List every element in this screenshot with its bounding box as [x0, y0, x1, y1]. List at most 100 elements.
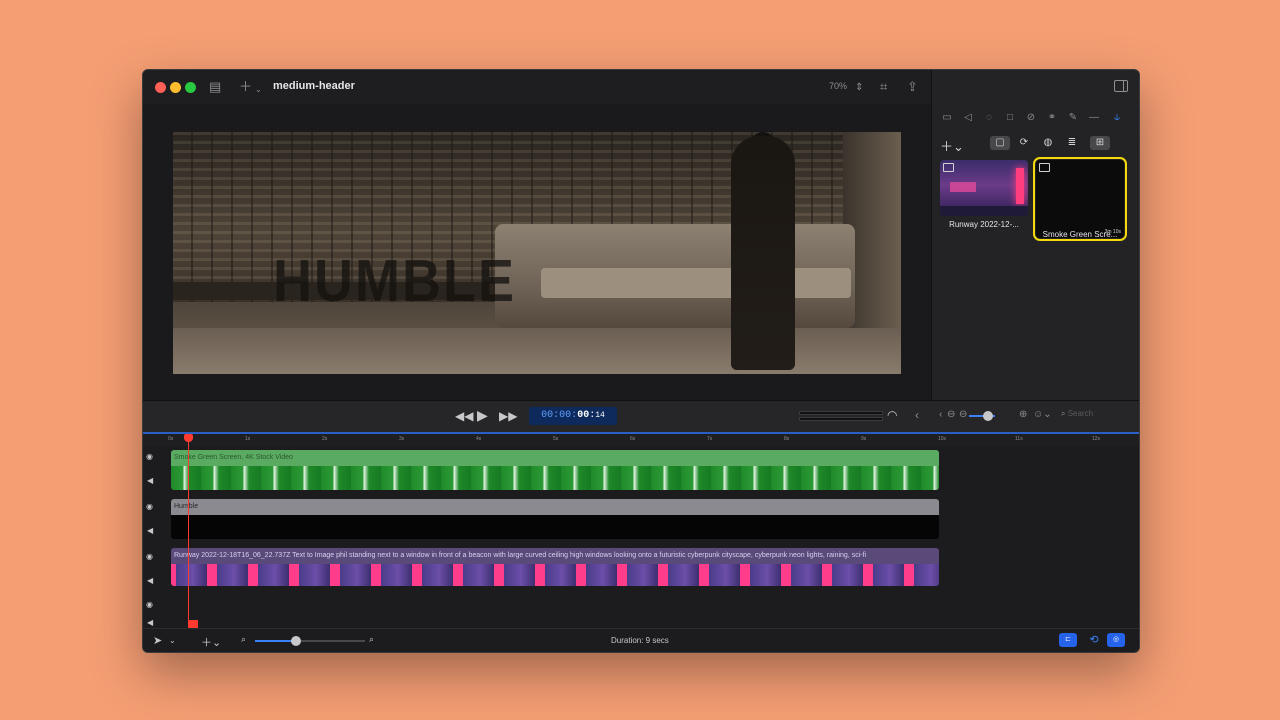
clip-waveform — [171, 466, 939, 490]
adjust-icon[interactable]: ⫝ — [1110, 112, 1124, 123]
playhead-marker[interactable] — [188, 620, 198, 628]
preview-overlay-text: HUMBLE — [273, 248, 516, 314]
timeline-clip-smoke[interactable]: Smoke Green Screen, 4K Stock Video — [171, 450, 939, 490]
timer-icon[interactable]: ◌ — [982, 112, 996, 123]
panel-filter-row: ＋⌄ ▢ ⟳ ◍ ≣ ⊞ — [940, 136, 1132, 155]
ruler-tick: 6s — [630, 436, 636, 442]
inspector-toggle-icon[interactable] — [1114, 80, 1128, 92]
speaker-icon[interactable]: ◀ — [147, 576, 153, 585]
timeline-zoom-slider[interactable] — [255, 636, 365, 646]
playhead[interactable] — [188, 434, 189, 627]
track-controls: ◉ ◀ — [143, 446, 169, 494]
timeline-tracks: ◉ ◀ Smoke Green Screen, 4K Stock Video ◉… — [143, 446, 1139, 627]
image-icon — [943, 163, 954, 172]
duration-label: Duration: 9 secs — [611, 636, 669, 645]
ruler-tick: 12s — [1092, 436, 1101, 442]
grid-filter-icon[interactable]: ⊞ — [1090, 136, 1110, 150]
line-icon[interactable]: — — [1087, 112, 1101, 123]
media-thumbnail — [940, 160, 1028, 216]
globe-filter-icon[interactable]: ◍ — [1038, 136, 1058, 150]
clip-title: Smoke Green Screen, 4K Stock Video — [171, 450, 939, 466]
library-icon[interactable]: ▭ — [940, 112, 954, 123]
zoom-in-icon[interactable]: ⊕ — [1019, 409, 1027, 420]
shape-icon[interactable]: □ — [1003, 112, 1017, 123]
minimize-window-button[interactable] — [170, 82, 181, 93]
zoom-stepper-icon[interactable]: ⇕ — [855, 81, 863, 95]
audio-icon[interactable]: ◁ — [961, 112, 975, 123]
headphones-icon[interactable]: ◠ — [887, 408, 897, 422]
chevron-left-icon[interactable]: ‹ — [915, 408, 919, 422]
snapping-toggle-icon[interactable]: ⊏ — [1059, 633, 1077, 647]
media-search-input[interactable]: ⌕ Search — [1061, 409, 1131, 423]
sidebar-toggle-icon[interactable]: ▤ — [209, 80, 221, 94]
zoom-minus-icon[interactable]: ⊖ — [959, 409, 967, 420]
title-bar: ▤ ＋ ⌄ medium-header 70% ⇕ ⌗ ⇪ — [143, 70, 931, 104]
ruler-tick: 9s — [861, 436, 867, 442]
chevron-left-icon[interactable]: ‹ — [939, 409, 942, 420]
speaker-icon[interactable]: ◀ — [147, 526, 153, 535]
search-icon: ⌕ — [1061, 409, 1066, 418]
play-icon[interactable]: ▶ — [477, 407, 488, 424]
video-preview[interactable]: HUMBLE — [173, 132, 901, 374]
zoom-level[interactable]: 70% — [829, 81, 847, 91]
media-item-smoke[interactable]: 3m 10s Smoke Green Scre... — [1033, 157, 1127, 241]
timeline-clip-humble[interactable]: Humble — [171, 499, 939, 539]
zoom-in-icon[interactable]: ⌕ — [369, 634, 374, 645]
timeline-clip-runway[interactable]: Runway 2022-12-18T16_06_22.737Z Text to … — [171, 548, 939, 586]
close-window-button[interactable] — [155, 82, 166, 93]
ruler-tick: 2s — [322, 436, 328, 442]
speaker-icon[interactable]: ◀ — [147, 476, 153, 485]
share-icon[interactable]: ⇪ — [907, 80, 918, 94]
transport-bar: ◀◀ ▶ ▶▶ 00:00:00:14 ◠ ‹ ‹ ⊖ ⊖ ⊕ ☺⌄ ⌕ Sea… — [143, 400, 1139, 433]
ruler-tick: 0s — [168, 436, 174, 442]
rewind-icon[interactable]: ◀◀ — [455, 409, 473, 423]
track-controls: ◉ ◀ — [143, 546, 169, 594]
app-window: ▤ ＋ ⌄ medium-header 70% ⇕ ⌗ ⇪ HUMBLE ▭ ◁… — [142, 69, 1140, 653]
visibility-eye-icon[interactable]: ◉ — [146, 600, 153, 609]
ruler-tick: 5s — [553, 436, 559, 442]
clip-filmstrip — [171, 564, 939, 586]
zoom-window-button[interactable] — [185, 82, 196, 93]
ruler-tick: 7s — [707, 436, 713, 442]
filter-icon[interactable]: ⊘ — [1024, 112, 1038, 123]
crop-icon[interactable]: ⌗ — [880, 80, 887, 94]
timecode-display[interactable]: 00:00:00:14 — [529, 407, 617, 425]
preview-figure — [731, 136, 795, 370]
chevron-down-icon[interactable]: ⌄ — [169, 636, 176, 645]
fast-forward-icon[interactable]: ▶▶ — [499, 409, 517, 423]
clip-filter-icon[interactable]: ▢ — [990, 136, 1010, 150]
panel-toolbar: ▭ ◁ ◌ □ ⊘ ⚭ ✎ — ⫝ — [940, 112, 1132, 126]
ruler-tick: 4s — [476, 436, 482, 442]
browser-zoom-control[interactable]: ‹ ⊖ ⊖ — [939, 409, 999, 423]
pointer-tool-icon[interactable]: ➤ — [153, 634, 162, 647]
import-add-icon[interactable]: ＋⌄ — [940, 136, 964, 155]
audio-toggle-icon[interactable]: ◎ — [1107, 633, 1125, 647]
list-filter-icon[interactable]: ≣ — [1062, 136, 1082, 150]
visibility-eye-icon[interactable]: ◉ — [146, 552, 153, 561]
add-icon[interactable]: ＋ — [239, 80, 252, 94]
zoom-slider-knob[interactable] — [983, 411, 993, 421]
emoji-icon[interactable]: ☺⌄ — [1033, 409, 1052, 420]
timeline-zoom-knob[interactable] — [291, 636, 301, 646]
add-track-icon[interactable]: ＋⌄ — [201, 634, 221, 650]
clip-title: Runway 2022-12-18T16_06_22.737Z Text to … — [171, 548, 939, 564]
speaker-icon[interactable]: ◀ — [147, 618, 153, 627]
ruler-tick: 11s — [1015, 436, 1023, 442]
effects-icon[interactable]: ⚭ — [1045, 112, 1059, 123]
loop-toggle-icon[interactable]: ⟲ — [1085, 633, 1103, 647]
playhead-handle[interactable] — [184, 434, 193, 442]
visibility-eye-icon[interactable]: ◉ — [146, 452, 153, 461]
loop-filter-icon[interactable]: ⟳ — [1014, 136, 1034, 150]
clip-body — [171, 515, 939, 539]
chevron-down-icon[interactable]: ⌄ — [255, 83, 262, 97]
preview-area: HUMBLE — [143, 104, 931, 400]
bottom-bar: ➤ ⌄ ＋⌄ ⌕ ⌕ Duration: 9 secs ⊏ ⟲ ◎ — [143, 628, 1139, 652]
track-controls: ◉ ◀ — [143, 596, 169, 627]
zoom-out-icon[interactable]: ⊖ — [947, 409, 955, 420]
pen-icon[interactable]: ✎ — [1066, 112, 1080, 123]
zoom-out-icon[interactable]: ⌕ — [241, 634, 246, 645]
track-controls: ◉ ◀ — [143, 496, 169, 544]
media-item-runway[interactable]: Runway 2022-12-... — [940, 160, 1028, 229]
media-thumbnail: 3m 10s — [1033, 157, 1127, 241]
visibility-eye-icon[interactable]: ◉ — [146, 502, 153, 511]
